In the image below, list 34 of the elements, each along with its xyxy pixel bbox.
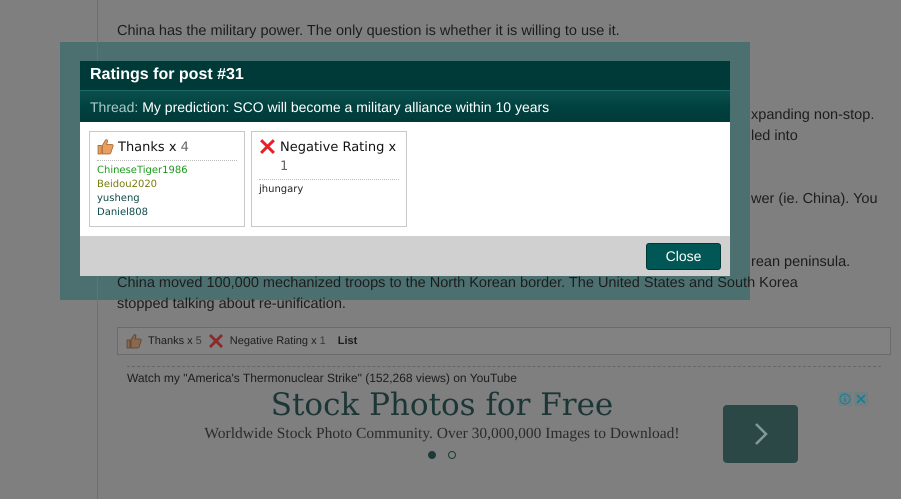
info-icon[interactable] xyxy=(838,392,852,406)
carousel-dot[interactable] xyxy=(428,451,436,459)
thumbs-up-icon xyxy=(126,333,142,349)
post-text-line: stopped talking about re-unification. xyxy=(117,295,346,314)
ad-subline: Worldwide Stock Photo Community. Over 30,000,000 Images to Download! xyxy=(204,425,680,443)
ad-headline: Stock Photos for Free xyxy=(270,387,614,423)
carousel-dot[interactable] xyxy=(448,451,456,459)
post-text-line: rean peninsula. xyxy=(751,253,850,272)
rating-title: Thanks x 4 xyxy=(118,139,190,157)
post-text-line: China has the military power. The only question is whether it is willing to use it. xyxy=(117,22,620,41)
post-text-line: China moved 100,000 mechanized troops to the North Korean border. The United States and South Korea xyxy=(117,274,798,293)
chevron-right-icon xyxy=(754,422,768,446)
user-link[interactable]: Daniel808 xyxy=(97,206,237,220)
user-link[interactable]: jhungary xyxy=(259,183,399,197)
post-text-line: led into xyxy=(751,127,798,146)
user-link[interactable]: yusheng xyxy=(97,192,237,206)
post-text-line: xpanding non-stop. xyxy=(751,106,874,125)
cross-icon xyxy=(259,138,276,155)
rating-label[interactable]: Thanks x 5 xyxy=(148,335,202,347)
rating-title: Negative Rating x 1 xyxy=(280,139,398,176)
thread-title: My prediction: SCO will become a military alliance within 10 years xyxy=(142,98,550,114)
cross-icon xyxy=(208,333,224,349)
user-link[interactable]: Beidou2020 xyxy=(97,178,237,192)
dialog-title: Ratings for post #31 xyxy=(80,61,730,91)
rating-label[interactable]: Negative Rating x 1 xyxy=(230,335,326,347)
user-link[interactable]: ChineseTiger1986 xyxy=(97,164,237,178)
thumbs-up-icon xyxy=(97,138,114,155)
list-link[interactable]: List xyxy=(338,335,358,347)
next-button[interactable] xyxy=(723,405,798,463)
close-icon[interactable] xyxy=(854,392,868,406)
thread-label: Thread: xyxy=(90,98,138,114)
post-text-line: wer (ie. China). You xyxy=(751,190,878,209)
signature-text: Watch my "America's Thermonuclear Strike" (152,268 views) on YouTube xyxy=(127,371,518,385)
close-button[interactable]: Close xyxy=(646,242,721,270)
